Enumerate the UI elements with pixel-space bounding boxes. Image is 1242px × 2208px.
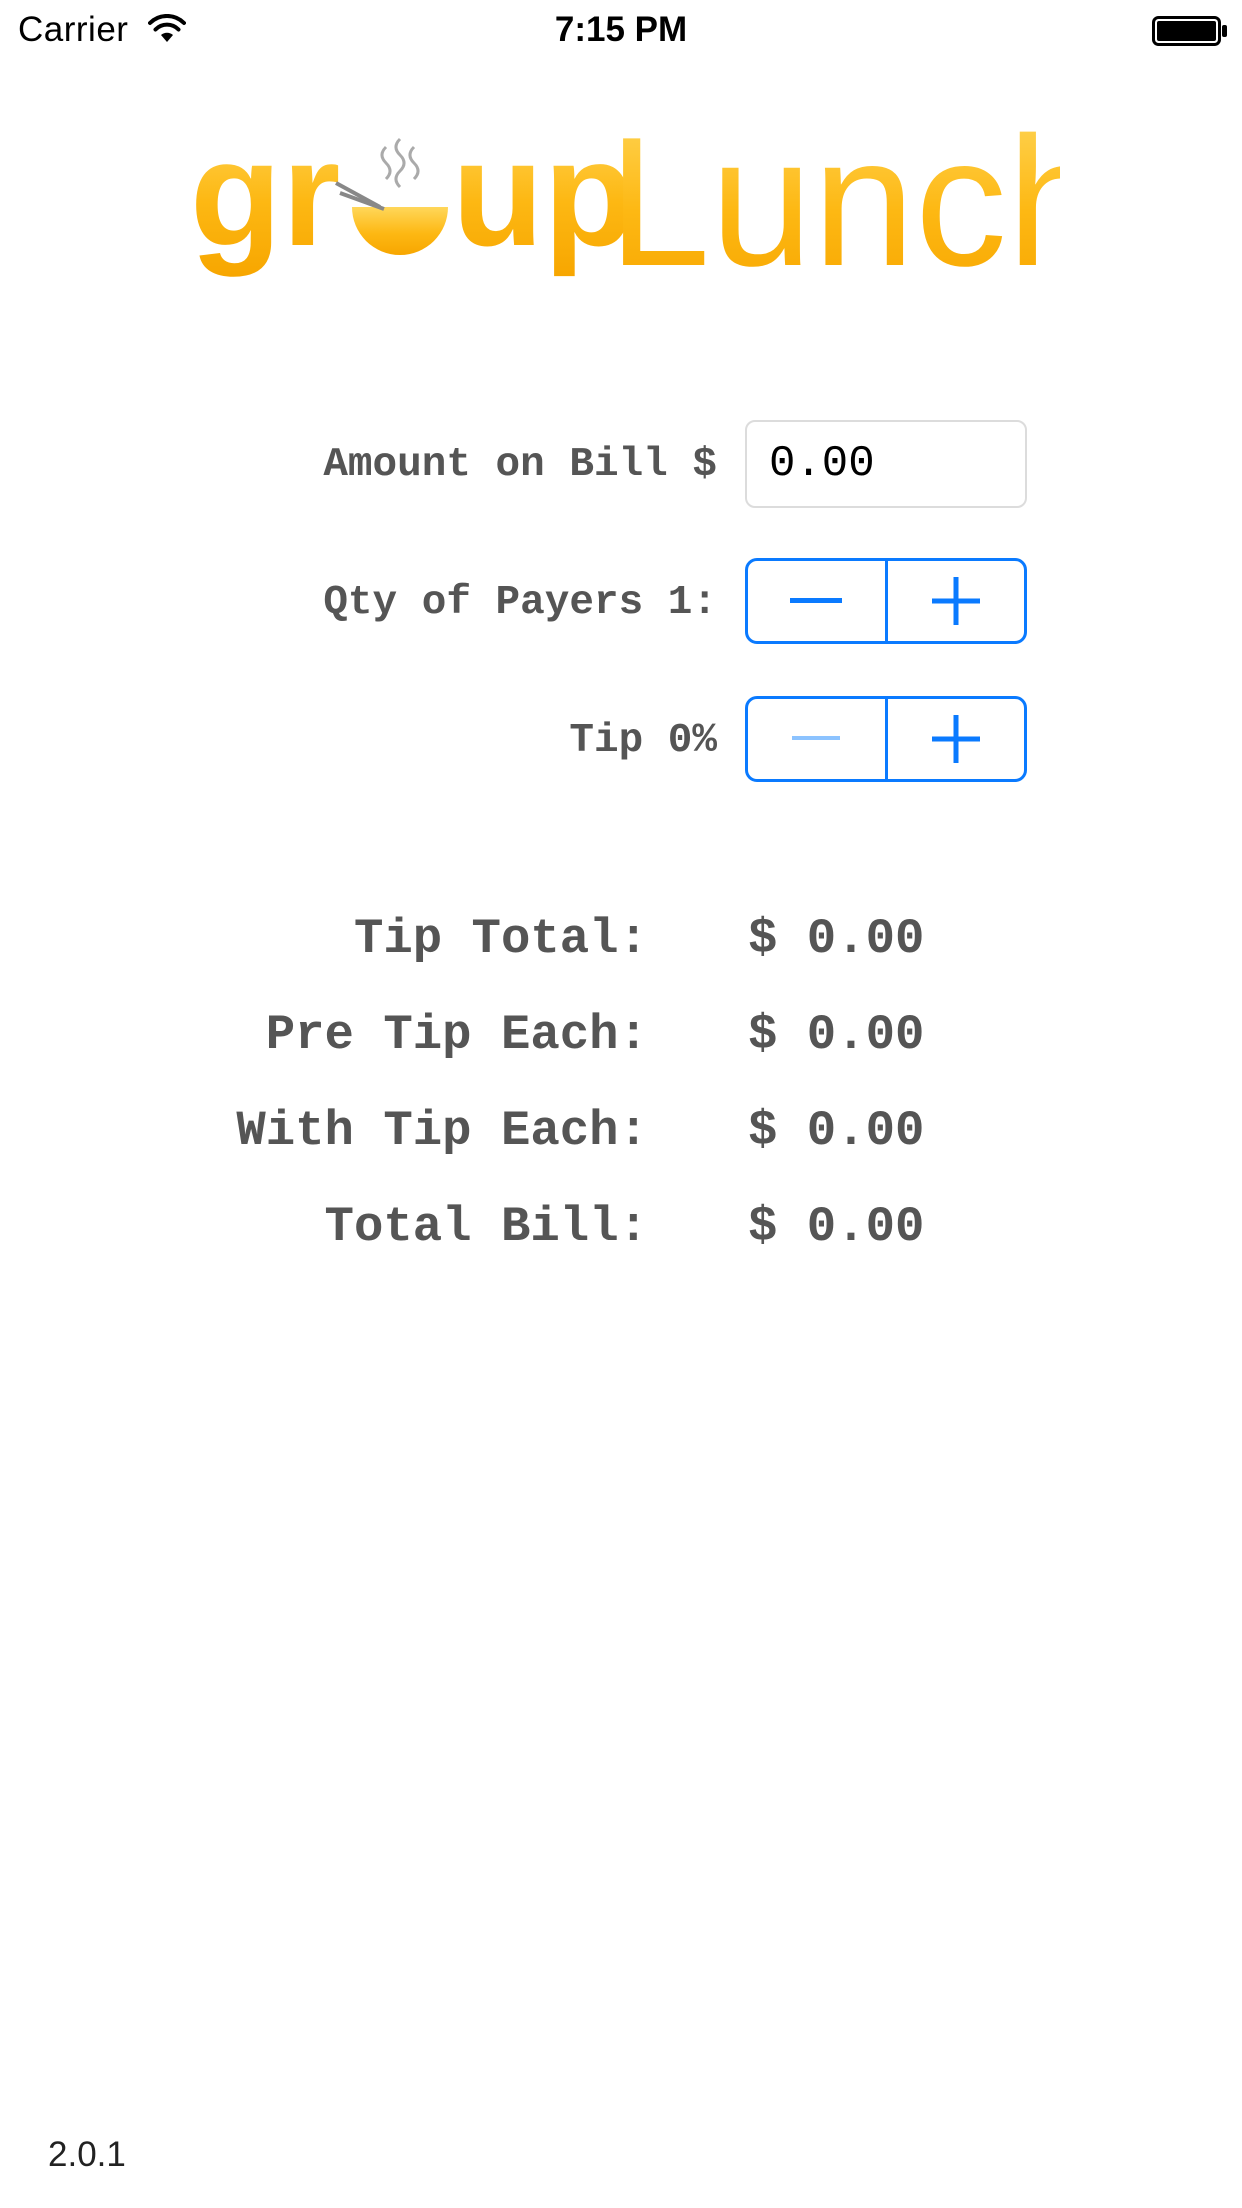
plus-icon <box>931 577 980 625</box>
tip-increment-button[interactable] <box>884 699 1025 779</box>
battery-icon <box>1152 16 1227 46</box>
plus-icon <box>931 715 980 763</box>
tip-total-label: Tip Total: <box>353 911 648 967</box>
tip-total-value: $ 0.00 <box>748 911 925 967</box>
clock: 7:15 PM <box>554 10 688 49</box>
amount-field[interactable] <box>745 420 1027 508</box>
svg-text:Lunch: Lunch <box>608 125 1060 285</box>
payers-stepper[interactable] <box>745 558 1027 644</box>
noodle-bowl-icon <box>335 137 448 255</box>
minus-icon <box>792 736 841 740</box>
amount-label: Amount on Bill $ <box>323 442 717 488</box>
svg-text:r: r <box>282 125 340 277</box>
payers-label: Qty of Payers 1: <box>323 580 717 626</box>
total-bill-label: Total Bill: <box>324 1199 648 1255</box>
payers-decrement-button[interactable] <box>748 561 885 641</box>
status-bar: Carrier 7:15 PM <box>0 0 1242 60</box>
tip-label: Tip 0% <box>569 718 717 764</box>
minus-icon <box>790 598 843 603</box>
tip-decrement-button[interactable] <box>748 699 885 779</box>
tip-stepper[interactable] <box>745 696 1027 782</box>
payers-increment-button[interactable] <box>884 561 1025 641</box>
version-label: 2.0.1 <box>48 2135 126 2174</box>
with-tip-each-value: $ 0.00 <box>748 1103 925 1159</box>
pre-tip-each-label: Pre Tip Each: <box>265 1007 648 1063</box>
total-bill-value: $ 0.00 <box>748 1199 925 1255</box>
svg-text:g: g <box>190 125 282 277</box>
with-tip-each-label: With Tip Each: <box>236 1103 648 1159</box>
grouplunch-logo: g r up Lunch <box>190 125 1060 285</box>
pre-tip-each-value: $ 0.00 <box>748 1007 925 1063</box>
